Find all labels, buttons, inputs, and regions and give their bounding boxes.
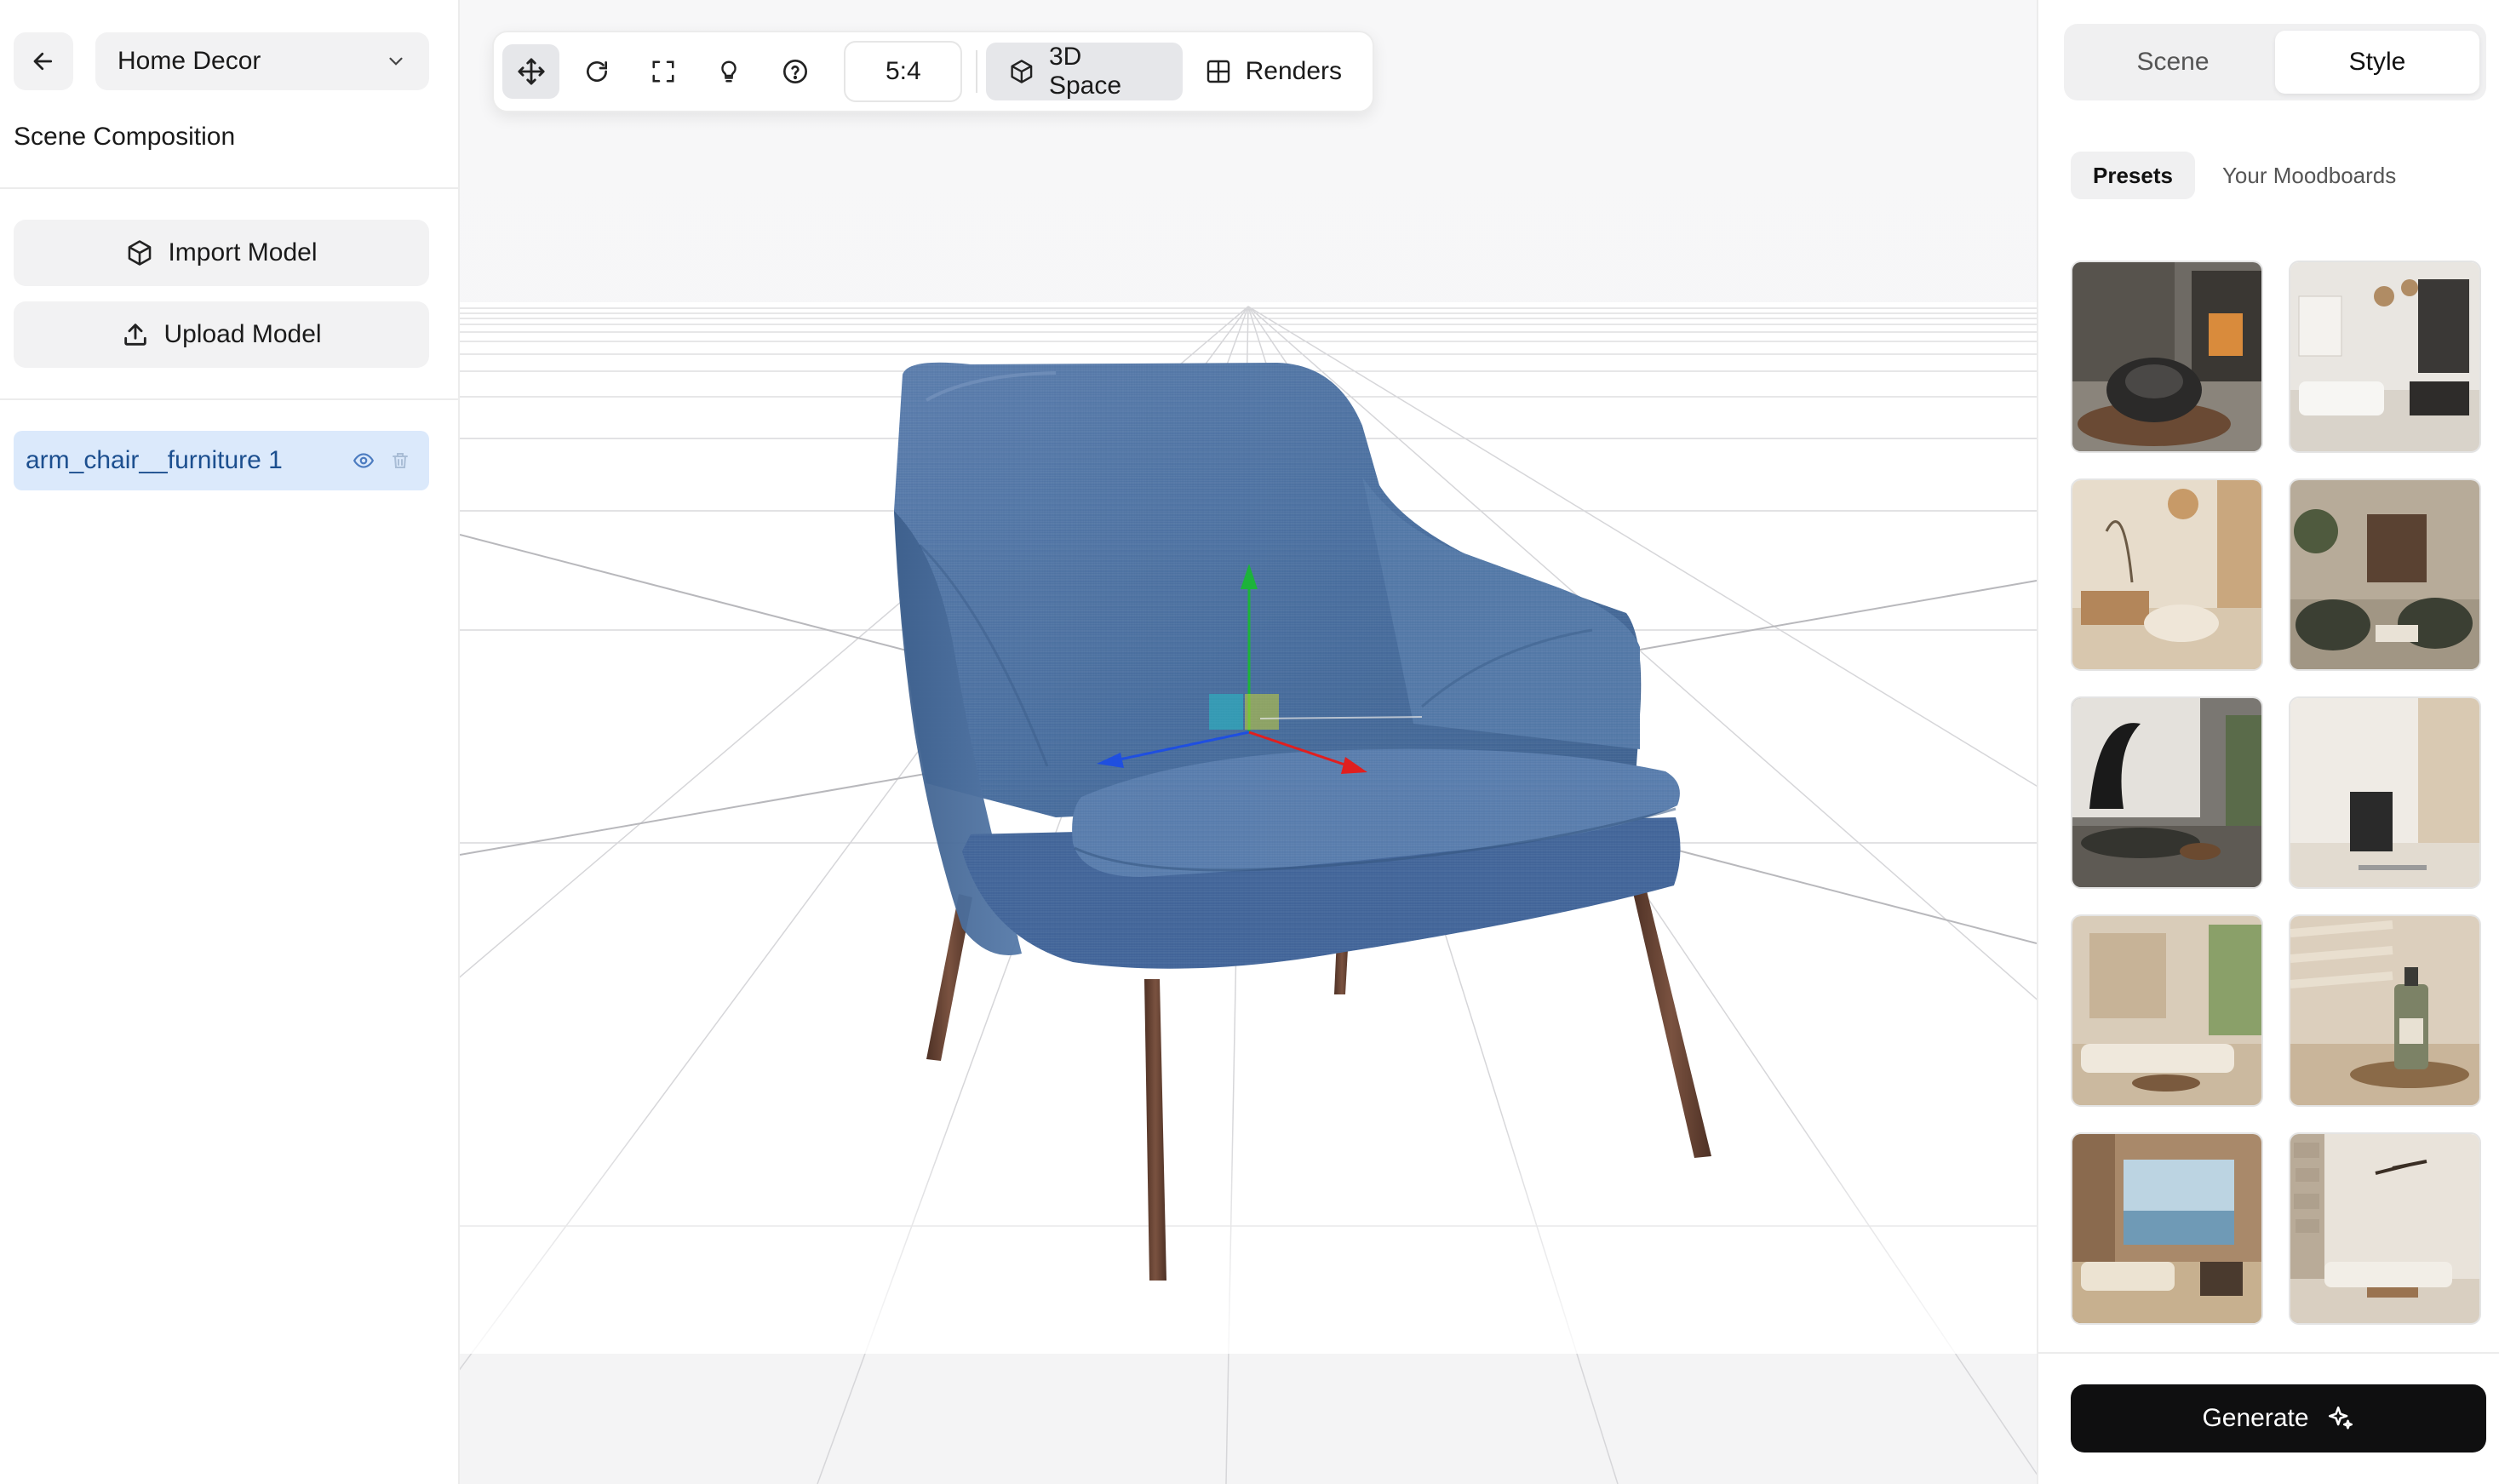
tab-renders[interactable]: Renders — [1183, 43, 1364, 100]
preset-thumbnail[interactable] — [2289, 1132, 2481, 1325]
tab-your-moodboards[interactable]: Your Moodboards — [2200, 152, 2418, 199]
tab-style[interactable]: Style — [2275, 31, 2479, 94]
rotate-tool-button[interactable] — [568, 44, 625, 99]
preset-thumbnail[interactable] — [2289, 478, 2481, 671]
layer-name: arm_chair__furniture 1 — [26, 446, 283, 474]
aspect-ratio-button[interactable]: 5:4 — [844, 41, 963, 102]
layer-item[interactable]: arm_chair__furniture 1 — [14, 431, 429, 490]
project-select[interactable]: Home Decor — [95, 32, 429, 90]
scale-icon — [652, 60, 674, 83]
preset-thumbnail[interactable] — [2071, 261, 2263, 453]
import-model-label: Import Model — [168, 238, 318, 266]
style-subtabs: Presets Your Moodboards — [2071, 152, 2418, 199]
viewport-toolbar: 5:4 3D Space Renders — [492, 31, 1374, 112]
help-icon — [782, 60, 807, 83]
move-tool-button[interactable] — [502, 44, 560, 99]
lighting-button[interactable] — [700, 44, 757, 99]
generate-button[interactable]: Generate — [2071, 1384, 2486, 1452]
tab-presets[interactable]: Presets — [2071, 152, 2195, 199]
chevron-down-icon — [389, 57, 403, 66]
tab-renders-label: Renders — [1245, 57, 1343, 85]
arrow-left-icon — [33, 52, 53, 71]
import-model-button[interactable]: Import Model — [14, 220, 429, 286]
tab-3d-space-label: 3D Space — [1048, 43, 1122, 100]
tab-3d-space[interactable]: 3D Space — [986, 43, 1183, 100]
divider — [2038, 1352, 2499, 1354]
tab-scene[interactable]: Scene — [2071, 31, 2275, 94]
viewport-3d[interactable]: 5:4 3D Space Renders — [460, 0, 2037, 1484]
panel-tabs: Scene Style — [2064, 24, 2486, 100]
left-sidebar: Home Decor Scene Composition Import Mode… — [0, 0, 460, 1484]
delete-layer-button[interactable] — [390, 450, 410, 471]
upload-icon — [124, 324, 147, 346]
preset-thumbnail[interactable] — [2071, 914, 2263, 1107]
rotate-icon — [587, 61, 608, 82]
sparkle-icon — [2328, 1406, 2353, 1430]
right-panel: Scene Style Presets Your Moodboards Gene… — [2037, 0, 2499, 1484]
preset-thumbnail[interactable] — [2289, 914, 2481, 1107]
preset-thumbnail[interactable] — [2071, 1132, 2263, 1325]
divider — [0, 398, 460, 400]
project-name: Home Decor — [117, 47, 261, 75]
generate-label: Generate — [2202, 1404, 2309, 1432]
preset-grid — [2071, 261, 2481, 1325]
light-bulb-icon — [721, 60, 737, 83]
cube-icon — [129, 240, 152, 266]
back-button[interactable] — [14, 32, 73, 90]
grid-icon — [1207, 60, 1229, 83]
divider — [0, 187, 460, 189]
eye-icon — [352, 453, 375, 468]
upload-model-button[interactable]: Upload Model — [14, 301, 429, 368]
cube-icon — [1011, 60, 1033, 83]
preset-thumbnail[interactable] — [2289, 261, 2481, 453]
help-button[interactable] — [766, 44, 823, 99]
toolbar-separator — [976, 50, 978, 93]
upload-model-label: Upload Model — [163, 320, 322, 348]
preset-thumbnail[interactable] — [2289, 696, 2481, 889]
move-icon — [518, 58, 545, 85]
aspect-ratio-label: 5:4 — [885, 57, 921, 85]
scene-canvas[interactable] — [460, 0, 2037, 1484]
scale-tool-button[interactable] — [634, 44, 691, 99]
section-title: Scene Composition — [14, 123, 236, 151]
preset-thumbnail[interactable] — [2071, 478, 2263, 671]
visibility-toggle[interactable] — [352, 450, 375, 472]
preset-thumbnail[interactable] — [2071, 696, 2263, 889]
trash-icon — [393, 453, 408, 468]
